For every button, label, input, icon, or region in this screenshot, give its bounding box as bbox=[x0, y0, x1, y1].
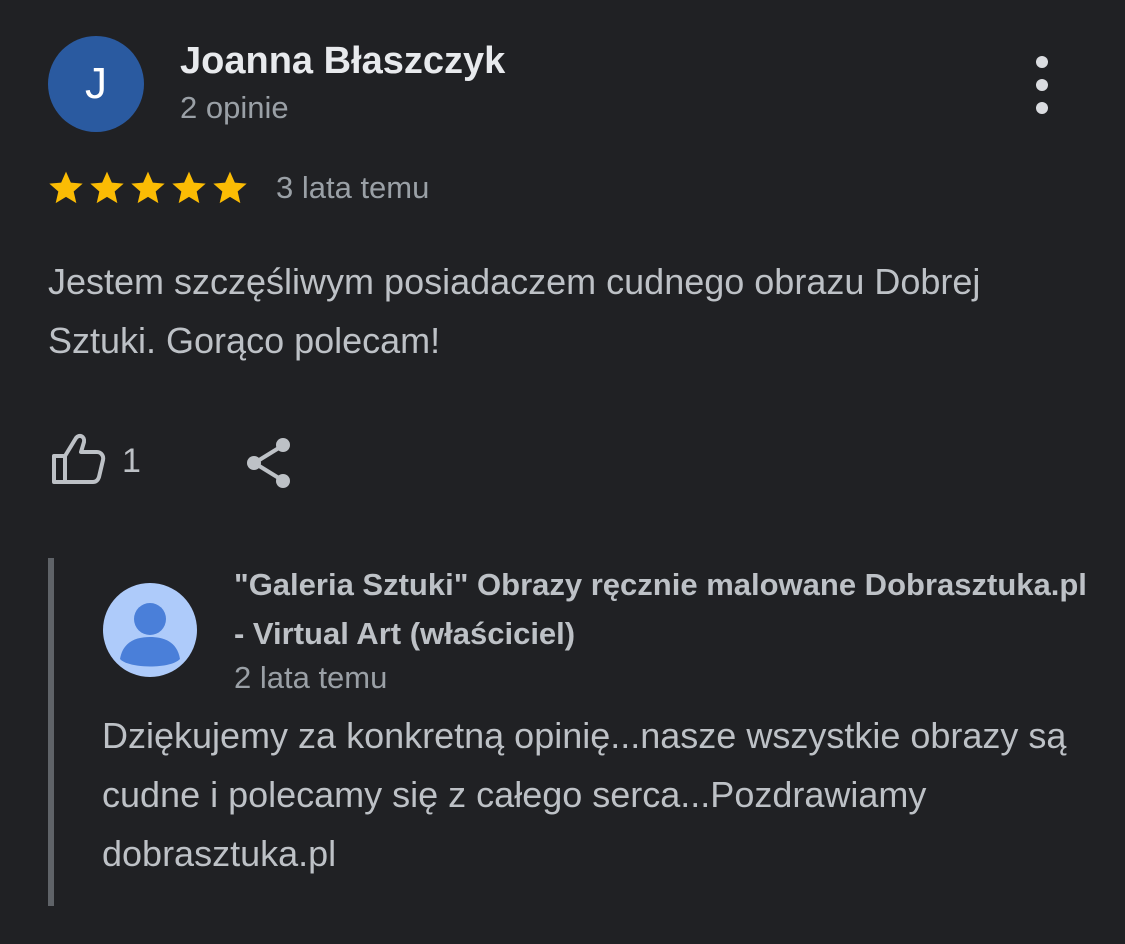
review-text: Jestem szczęśliwym posiadaczem cudnego o… bbox=[48, 261, 981, 361]
star-rating bbox=[46, 166, 251, 210]
star-icon bbox=[90, 171, 124, 204]
more-vert-icon bbox=[1036, 56, 1048, 68]
like-count: 1 bbox=[122, 442, 141, 480]
owner-reply-text: Dziękujemy za konkretną opinię...nasze w… bbox=[102, 715, 1067, 874]
like-button[interactable] bbox=[48, 430, 108, 490]
owner-reply-date: 2 lata temu bbox=[234, 660, 388, 695]
thumb-up-icon bbox=[52, 433, 106, 484]
person-icon bbox=[120, 603, 180, 667]
author-initial: J bbox=[85, 59, 107, 108]
reply-divider bbox=[48, 558, 54, 906]
author-name[interactable]: Joanna Błaszczyk bbox=[180, 40, 505, 83]
star-icon bbox=[49, 171, 83, 204]
owner-avatar[interactable] bbox=[103, 583, 197, 677]
more-vert-icon-dot bbox=[1036, 79, 1048, 91]
author-review-count: 2 opinie bbox=[180, 90, 289, 125]
more-vert-icon-dot bbox=[1036, 102, 1048, 114]
star-icon bbox=[131, 171, 165, 204]
star-icon bbox=[172, 171, 206, 204]
share-button[interactable] bbox=[242, 434, 298, 492]
share-icon bbox=[247, 438, 290, 488]
author-avatar[interactable]: J bbox=[48, 36, 144, 132]
review-card: J Joanna Błaszczyk 2 opinie 3 lata temu … bbox=[0, 0, 1125, 944]
more-options-button[interactable] bbox=[1020, 56, 1064, 114]
star-icon bbox=[213, 171, 247, 204]
owner-name[interactable]: "Galeria Sztuki" Obrazy ręcznie malowane… bbox=[234, 560, 1094, 658]
review-date: 3 lata temu bbox=[276, 170, 430, 205]
